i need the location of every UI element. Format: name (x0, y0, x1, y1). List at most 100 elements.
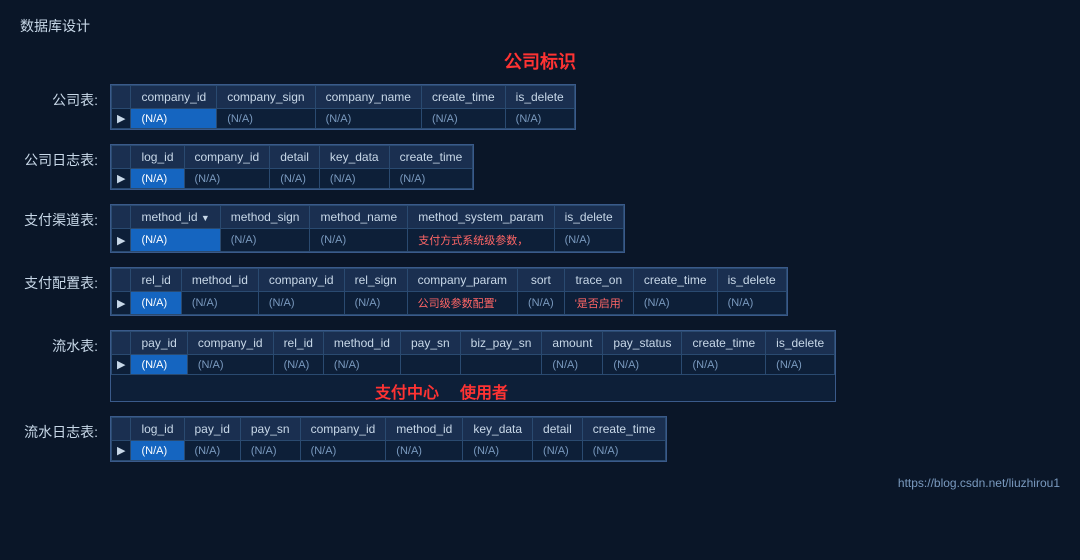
column-header: log_id (131, 146, 184, 169)
table-cell: 公司级参数配置' (407, 292, 517, 315)
db-table: method_id ▼method_signmethod_namemethod_… (111, 205, 624, 252)
annotation-user: 使用者 (460, 379, 508, 403)
table-section: 流水表:pay_idcompany_idrel_idmethod_idpay_s… (20, 330, 1060, 402)
table-label: 流水表: (20, 330, 110, 356)
row-arrow: ▶ (112, 109, 131, 129)
table-cell: (N/A) (533, 441, 583, 461)
db-table-wrapper: method_id ▼method_signmethod_namemethod_… (110, 204, 625, 253)
table-cell: (N/A) (131, 292, 181, 315)
table-cell: (N/A) (682, 355, 766, 375)
table-cell: (N/A) (315, 109, 421, 129)
table-cell (460, 355, 542, 375)
table-label: 公司日志表: (20, 144, 110, 170)
column-header: biz_pay_sn (460, 332, 542, 355)
table-cell: (N/A) (217, 109, 315, 129)
row-arrow: ▶ (112, 355, 131, 375)
column-header: company_id (131, 86, 217, 109)
table-cell: (N/A) (131, 355, 187, 375)
table-cell: (N/A) (184, 169, 270, 189)
column-header: pay_sn (400, 332, 460, 355)
column-header: company_param (407, 269, 517, 292)
column-header: rel_id (131, 269, 181, 292)
row-arrow: ▶ (112, 441, 131, 461)
column-header: pay_id (184, 418, 240, 441)
table-cell: (N/A) (300, 441, 386, 461)
table-section: 支付配置表:rel_idmethod_idcompany_idrel_signc… (20, 267, 1060, 316)
table-cell: (N/A) (766, 355, 835, 375)
column-header: create_time (389, 146, 473, 169)
table-cell (400, 355, 460, 375)
column-header: method_id (181, 269, 258, 292)
table-cell: '是否启用' (564, 292, 633, 315)
column-header: company_id (300, 418, 386, 441)
column-header: amount (542, 332, 603, 355)
table-cell: (N/A) (187, 355, 273, 375)
table-cell: (N/A) (717, 292, 786, 315)
column-header: log_id (131, 418, 184, 441)
table-label: 支付配置表: (20, 267, 110, 293)
table-cell: (N/A) (463, 441, 533, 461)
column-header: is_delete (554, 206, 623, 229)
db-table-wrapper: log_idpay_idpay_sncompany_idmethod_idkey… (110, 416, 667, 462)
column-header: company_id (187, 332, 273, 355)
column-header: trace_on (564, 269, 633, 292)
table-cell: (N/A) (505, 109, 574, 129)
column-header: is_delete (717, 269, 786, 292)
db-table: pay_idcompany_idrel_idmethod_idpay_snbiz… (111, 331, 835, 375)
table-cell: (N/A) (344, 292, 407, 315)
column-header: company_id (258, 269, 344, 292)
table-cell: (N/A) (273, 355, 323, 375)
db-table: log_idcompany_iddetailkey_datacreate_tim… (111, 145, 473, 189)
db-table: company_idcompany_signcompany_namecreate… (111, 85, 575, 129)
table-cell: (N/A) (240, 441, 300, 461)
db-table-wrapper: company_idcompany_signcompany_namecreate… (110, 84, 576, 130)
column-header: create_time (582, 418, 666, 441)
table-label: 公司表: (20, 84, 110, 110)
column-header: sort (518, 269, 565, 292)
table-cell: (N/A) (258, 292, 344, 315)
table-cell: (N/A) (582, 441, 666, 461)
table-cell: (N/A) (518, 292, 565, 315)
db-table: log_idpay_idpay_sncompany_idmethod_idkey… (111, 417, 666, 461)
column-header: method_sign (220, 206, 310, 229)
table-cell: (N/A) (131, 441, 184, 461)
db-table: rel_idmethod_idcompany_idrel_signcompany… (111, 268, 787, 315)
table-cell: (N/A) (603, 355, 682, 375)
center-label: 公司标识 (20, 48, 1060, 74)
table-label: 流水日志表: (20, 416, 110, 442)
table-section: 流水日志表:log_idpay_idpay_sncompany_idmethod… (20, 416, 1060, 462)
column-header: detail (533, 418, 583, 441)
column-header: rel_id (273, 332, 323, 355)
table-cell: (N/A) (389, 169, 473, 189)
table-cell: (N/A) (131, 229, 220, 252)
column-header: key_data (319, 146, 389, 169)
table-cell: (N/A) (421, 109, 505, 129)
table-cell: 支付方式系统级参数， (408, 229, 554, 252)
row-arrow: ▶ (112, 292, 131, 315)
table-cell: (N/A) (633, 292, 717, 315)
table-cell: (N/A) (319, 169, 389, 189)
column-header: is_delete (505, 86, 574, 109)
table-cell: (N/A) (131, 109, 217, 129)
table-label: 支付渠道表: (20, 204, 110, 230)
column-header: create_time (682, 332, 766, 355)
table-cell: (N/A) (542, 355, 603, 375)
row-arrow: ▶ (112, 169, 131, 189)
table-section: 公司日志表:log_idcompany_iddetailkey_datacrea… (20, 144, 1060, 190)
db-table-wrapper: rel_idmethod_idcompany_idrel_signcompany… (110, 267, 788, 316)
column-header: create_time (633, 269, 717, 292)
page-title: 数据库设计 (20, 16, 1060, 36)
column-header: method_id (323, 332, 400, 355)
column-header: method_id ▼ (131, 206, 220, 229)
table-section: 支付渠道表:method_id ▼method_signmethod_namem… (20, 204, 1060, 253)
column-header: is_delete (766, 332, 835, 355)
column-header: company_name (315, 86, 421, 109)
column-header: key_data (463, 418, 533, 441)
column-header: company_id (184, 146, 270, 169)
table-cell: (N/A) (184, 441, 240, 461)
table-cell: (N/A) (310, 229, 408, 252)
column-header: method_system_param (408, 206, 554, 229)
db-table-wrapper: log_idcompany_iddetailkey_datacreate_tim… (110, 144, 474, 190)
table-cell: (N/A) (181, 292, 258, 315)
db-table-wrapper: pay_idcompany_idrel_idmethod_idpay_snbiz… (110, 330, 836, 402)
